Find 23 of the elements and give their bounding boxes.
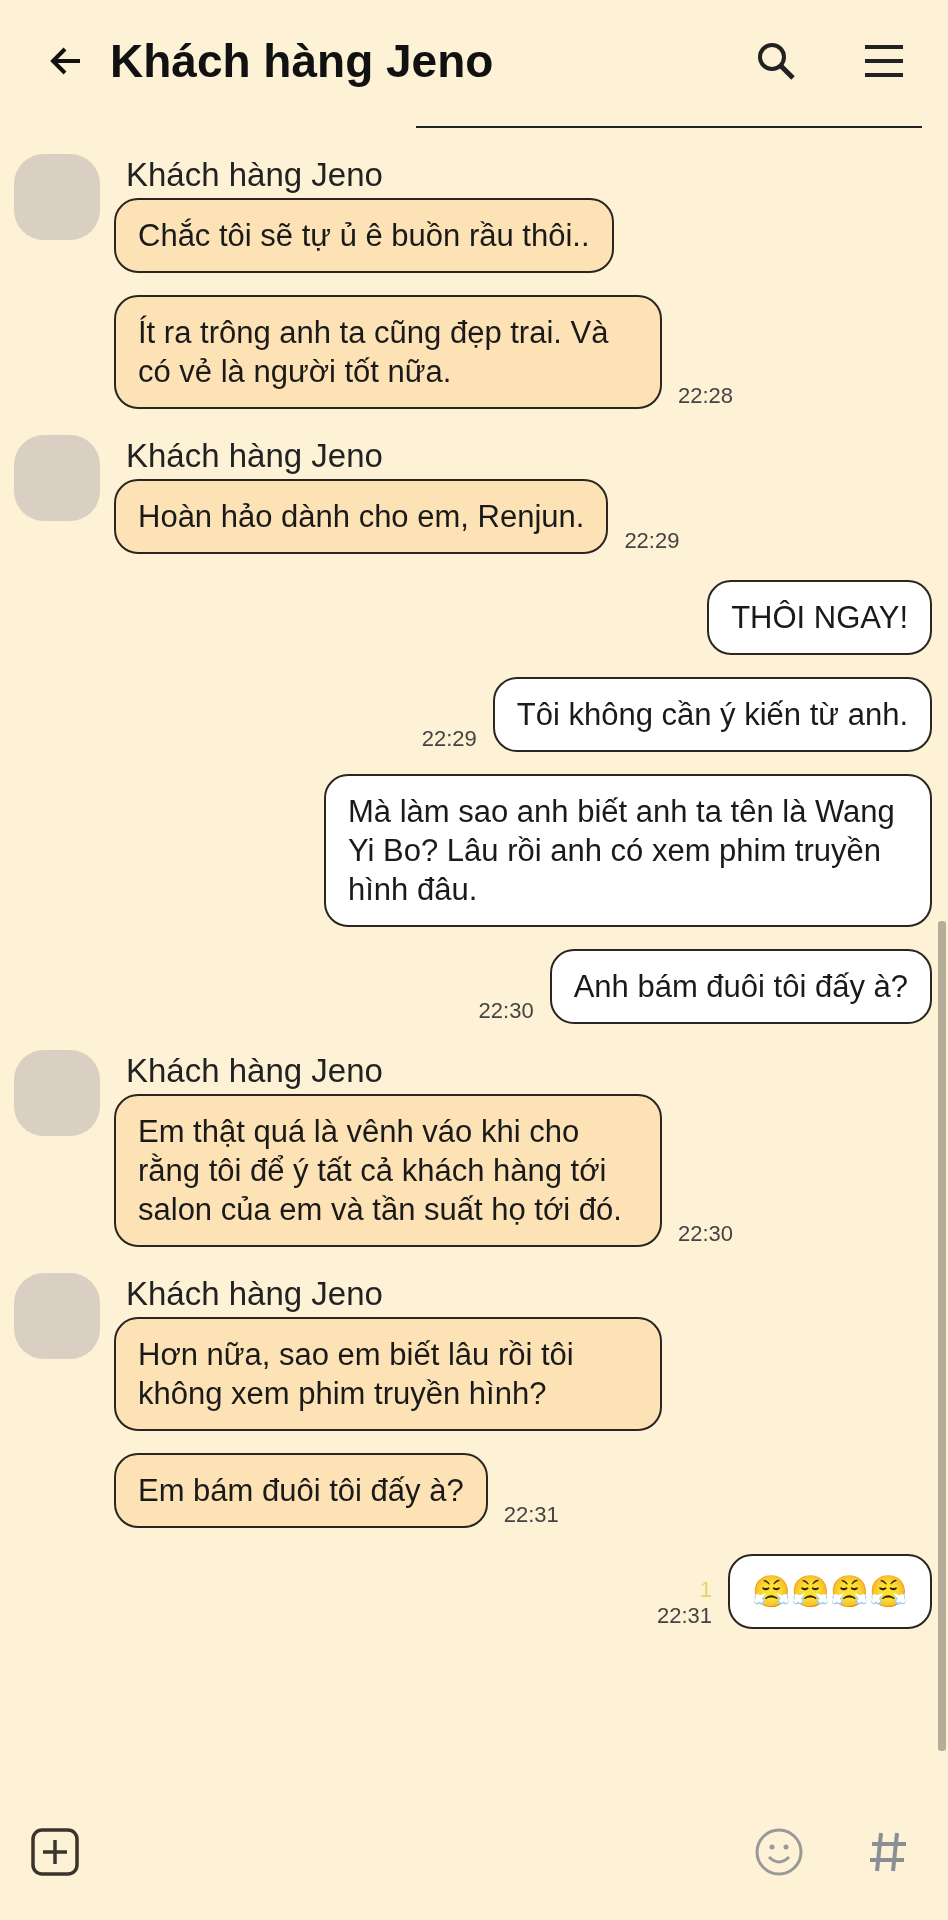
message-bubble[interactable]: Hơn nữa, sao em biết lâu rồi tôi không xem phim truyền hình? <box>114 1317 662 1431</box>
timestamp: 22:29 <box>624 528 680 554</box>
sender-name: Khách hàng Jeno <box>126 1052 384 1090</box>
timestamp: 22:31 <box>656 1603 712 1629</box>
message-bubble[interactable]: Em thật quá là vênh váo khi cho rằng tôi để ý tất cả khách hàng tới salon của em và tần suất họ tới đó. <box>114 1094 662 1247</box>
sender-name: Khách hàng Jeno <box>126 156 384 194</box>
sender-name: Khách hàng Jeno <box>126 437 384 475</box>
message-bubble[interactable]: Anh bám đuôi tôi đấy à? <box>549 949 932 1024</box>
message-bubble[interactable]: Tôi không cần ý kiến từ anh. <box>492 677 932 752</box>
message-bubble[interactable]: Ít ra trông anh ta cũng đẹp trai. Và có vẻ là người tốt nữa. <box>114 295 662 409</box>
timestamp: 22:31 <box>503 1502 559 1528</box>
message-bubble[interactable]: Em bám đuôi tôi đấy à? <box>114 1453 488 1528</box>
unread-count: 1 <box>699 1577 712 1603</box>
timestamp: 22:28 <box>678 383 734 409</box>
chat-title: Khách hàng Jeno <box>110 34 495 88</box>
message-bubble[interactable]: Hoàn hảo dành cho em, Renjun. <box>114 479 609 554</box>
message-bubble[interactable]: THÔI NGAY! <box>707 580 932 655</box>
timestamp: 22:30 <box>678 1221 734 1247</box>
timestamp: 22:30 <box>478 998 534 1024</box>
message-bubble[interactable]: Chắc tôi sẽ tự ủ ê buồn rầu thôi.. <box>114 198 614 273</box>
sender-name: Khách hàng Jeno <box>126 1275 384 1313</box>
message-bubble[interactable]: Mà làm sao anh biết anh ta tên là Wang Yi Bo? Lâu rồi anh có xem phim truyền hình đâu. <box>324 774 932 927</box>
timestamp: 22:29 <box>421 726 477 752</box>
